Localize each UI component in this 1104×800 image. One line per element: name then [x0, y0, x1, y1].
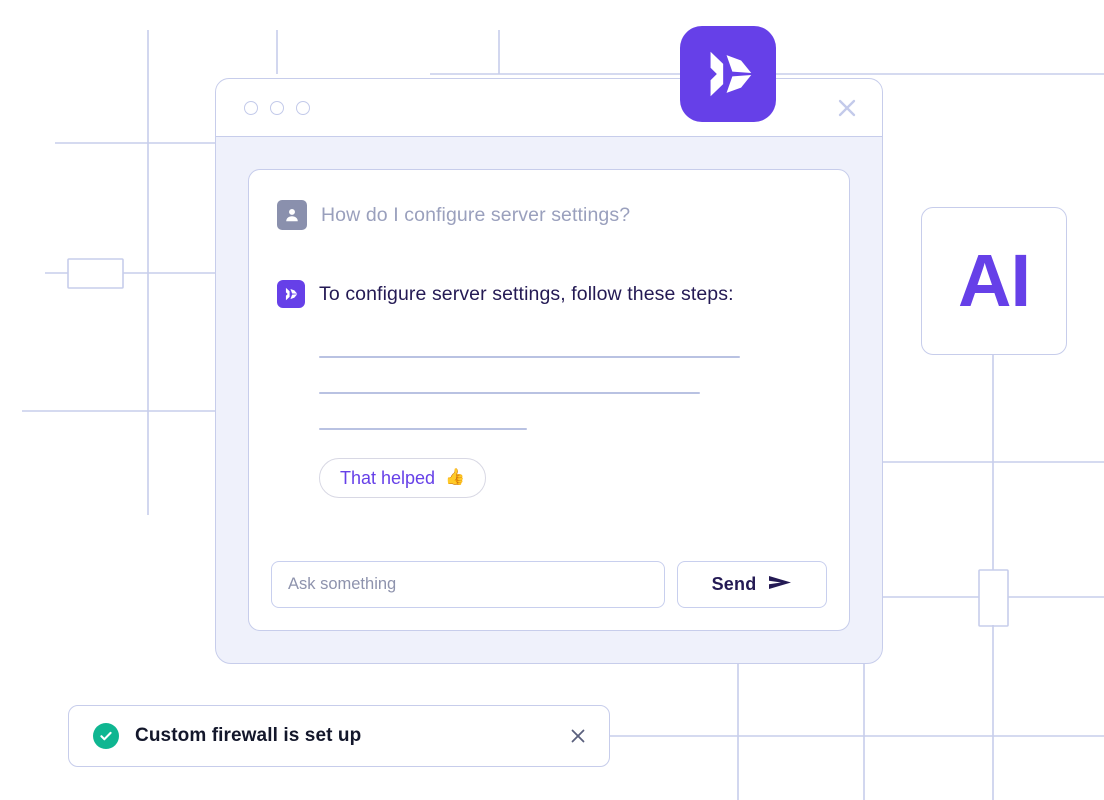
answer-skeleton [319, 356, 821, 430]
circuit-node-box [978, 569, 1009, 627]
message-assistant: To configure server settings, follow the… [277, 280, 821, 308]
window-control-dots [244, 101, 310, 115]
ask-input[interactable] [271, 561, 665, 608]
brand-badge [680, 26, 776, 122]
thumbs-up-icon: 👍 [445, 469, 465, 486]
send-button[interactable]: Send [677, 561, 827, 608]
skeleton-line-1 [319, 356, 740, 358]
window-dot-one[interactable] [244, 101, 258, 115]
toast-message: Custom firewall is set up [135, 725, 362, 746]
message-user: How do I configure server settings? [277, 200, 821, 230]
that-helped-button[interactable]: That helped 👍 [319, 458, 486, 498]
skeleton-line-2 [319, 392, 700, 394]
that-helped-label: That helped [340, 467, 436, 488]
message-user-text: How do I configure server settings? [321, 203, 631, 226]
window-titlebar [215, 78, 883, 138]
window-dot-two[interactable] [270, 101, 284, 115]
ai-tile: AI [921, 207, 1067, 355]
user-avatar-icon [277, 200, 307, 230]
window-dot-three[interactable] [296, 101, 310, 115]
paper-plane-icon [768, 574, 792, 596]
brand-arrow-logo-icon [277, 280, 305, 308]
toast-close-icon[interactable] [565, 723, 591, 749]
chat-card: How do I configure server settings? To c… [248, 169, 850, 631]
skeleton-line-3 [319, 428, 527, 430]
chat-panel: How do I configure server settings? To c… [215, 136, 883, 664]
brand-arrow-logo-icon [710, 51, 752, 97]
message-assistant-text: To configure server settings, follow the… [319, 282, 734, 305]
check-circle-icon [93, 723, 119, 749]
ai-tile-label: AI [958, 239, 1031, 322]
composer: Send [271, 561, 827, 608]
close-icon[interactable] [834, 95, 860, 121]
chat-window: How do I configure server settings? To c… [215, 78, 883, 664]
send-button-label: Send [711, 574, 757, 594]
toast-notification: Custom firewall is set up [68, 705, 610, 767]
circuit-node-box [67, 258, 124, 289]
